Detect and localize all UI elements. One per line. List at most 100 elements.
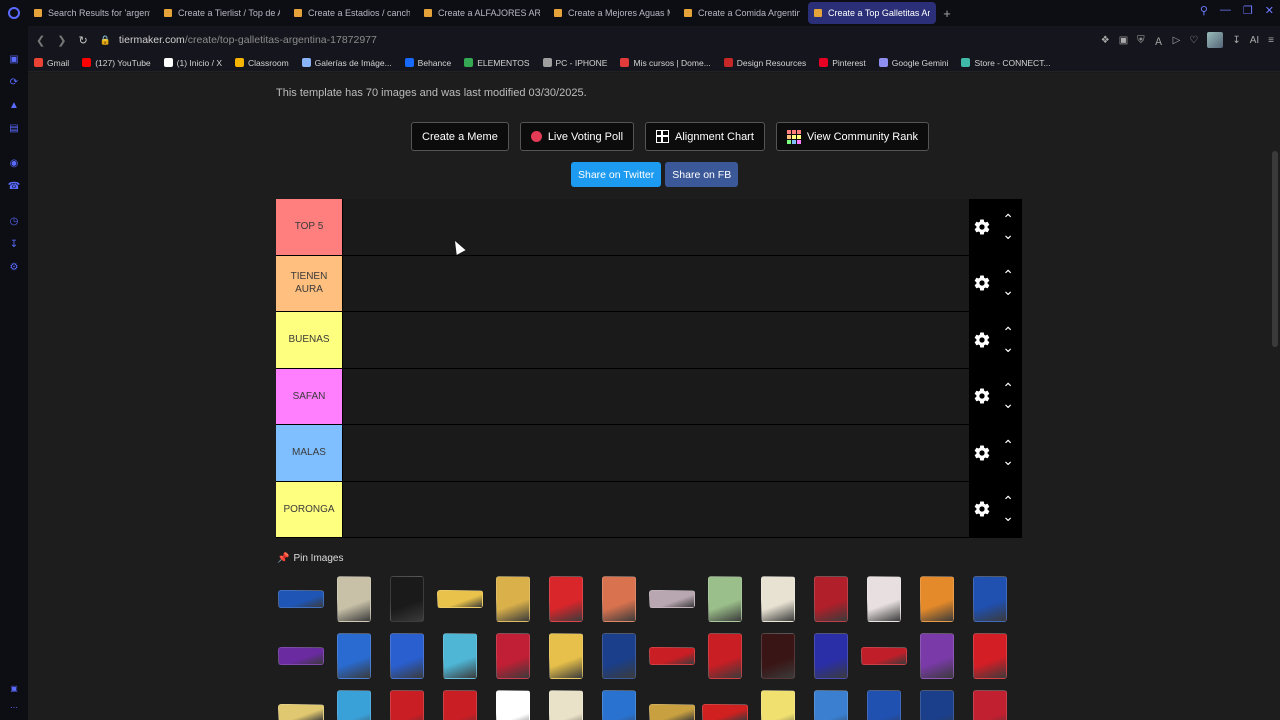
move-tier-up-icon[interactable]: ⌃ xyxy=(1002,268,1014,282)
tier-settings-gear-icon[interactable] xyxy=(973,218,991,236)
bookmark-item[interactable]: Design Resources xyxy=(723,58,806,68)
bookmark-item[interactable]: PC - IPHONE xyxy=(542,58,607,68)
browser-tab[interactable]: Create a ALFAJORES ARG xyxy=(418,2,546,24)
cookie-image-thumbnail[interactable] xyxy=(649,573,695,625)
cookie-image-thumbnail[interactable] xyxy=(649,687,695,720)
bookmark-item[interactable]: (127) YouTube xyxy=(82,58,151,68)
bookmark-item[interactable]: Google Gemini xyxy=(878,58,948,68)
bookmarks-icon[interactable]: ▤ xyxy=(9,117,18,140)
cookie-image-thumbnail[interactable] xyxy=(967,630,1013,682)
cookie-image-thumbnail[interactable] xyxy=(755,687,801,720)
tier-label[interactable]: TIENEN AURA xyxy=(276,255,343,311)
bookmark-item[interactable]: (1) Inicio / X xyxy=(163,58,222,68)
cookie-image-thumbnail[interactable] xyxy=(755,573,801,625)
tier-label[interactable]: MALAS xyxy=(276,425,343,481)
translate-icon[interactable]: Ａ xyxy=(1154,33,1164,48)
speed-dial-icon[interactable]: ▣ xyxy=(9,48,18,71)
reload-icon[interactable]: ↻ xyxy=(78,34,87,47)
bookmark-item[interactable]: Pinterest xyxy=(819,58,866,68)
bookmark-item[interactable]: Behance xyxy=(404,58,451,68)
minimize-icon[interactable]: — xyxy=(1220,4,1231,17)
live-voting-poll-button[interactable]: Live Voting Poll xyxy=(519,122,635,151)
back-icon[interactable]: ❮ xyxy=(36,34,45,47)
cookie-image-thumbnail[interactable] xyxy=(331,630,377,682)
url-field[interactable]: 🔒 tiermaker.com/create/top-galletitas-ar… xyxy=(100,34,377,46)
messenger-icon[interactable]: ◉ xyxy=(10,152,19,175)
tier-drop-zone[interactable] xyxy=(343,199,969,255)
bookmark-item[interactable]: ELEMENTOS xyxy=(464,58,530,68)
cookie-image-thumbnail[interactable] xyxy=(384,573,430,625)
browser-tab[interactable]: Create a Comida Argentin xyxy=(678,2,806,24)
lock-icon[interactable]: 🔒 xyxy=(100,35,111,46)
cookie-image-thumbnail[interactable] xyxy=(755,630,801,682)
tier-label[interactable]: SAFAN xyxy=(276,368,343,424)
cookie-image-thumbnail[interactable] xyxy=(861,630,907,682)
move-tier-down-icon[interactable]: ⌄ xyxy=(1002,509,1014,523)
bookmark-item[interactable]: Mis cursos | Dome... xyxy=(620,58,711,68)
workspace-icon[interactable]: ▲ xyxy=(9,94,19,117)
easy-setup-icon[interactable]: ≡ xyxy=(1268,35,1274,46)
aria-ai-button[interactable]: AI xyxy=(1250,35,1259,46)
tier-drop-zone[interactable] xyxy=(343,425,969,481)
cookie-image-thumbnail[interactable] xyxy=(808,630,854,682)
tier-label[interactable]: TOP 5 xyxy=(276,199,343,255)
forward-icon[interactable]: ❯ xyxy=(57,34,66,47)
cookie-image-thumbnail[interactable] xyxy=(543,573,589,625)
tier-drop-zone[interactable] xyxy=(343,481,969,537)
bookmark-item[interactable]: Galerías de Imáge... xyxy=(301,58,392,68)
page-scrollbar[interactable] xyxy=(1272,151,1278,347)
adblock-icon[interactable]: ⛨ xyxy=(1137,35,1145,46)
tier-settings-gear-icon[interactable] xyxy=(973,500,991,518)
cookie-image-thumbnail[interactable] xyxy=(914,687,960,720)
browser-tab[interactable]: Create a Mejores Aguas M xyxy=(548,2,676,24)
sidebar-extensions-icon[interactable]: ▣ xyxy=(10,684,18,693)
cookie-image-thumbnail[interactable] xyxy=(490,630,536,682)
cookie-image-thumbnail[interactable] xyxy=(702,630,748,682)
view-community-rank-button[interactable]: View Community Rank xyxy=(775,122,929,151)
cookie-image-thumbnail[interactable] xyxy=(278,573,324,625)
cookie-image-thumbnail[interactable] xyxy=(861,573,907,625)
settings-icon[interactable]: ⚙ xyxy=(10,256,19,279)
cookie-image-thumbnail[interactable] xyxy=(278,630,324,682)
pin-images-toggle[interactable]: 📌 Pin Images xyxy=(277,553,343,564)
move-tier-up-icon[interactable]: ⌃ xyxy=(1002,212,1014,226)
cookie-image-thumbnail[interactable] xyxy=(596,573,642,625)
history-icon[interactable]: ◷ xyxy=(10,210,19,233)
cookie-image-thumbnail[interactable] xyxy=(278,687,324,720)
cookie-image-thumbnail[interactable] xyxy=(914,573,960,625)
tier-label[interactable]: BUENAS xyxy=(276,312,343,368)
sidebar-more-icon[interactable]: ⋯ xyxy=(10,703,18,712)
tier-drop-zone[interactable] xyxy=(343,368,969,424)
player-icon[interactable]: ▷ xyxy=(1173,35,1181,46)
cookie-image-thumbnail[interactable] xyxy=(384,687,430,720)
cookie-image-thumbnail[interactable] xyxy=(861,687,907,720)
tier-drop-zone[interactable] xyxy=(343,312,969,368)
create-meme-button[interactable]: Create a Meme xyxy=(411,122,509,151)
bookmark-item[interactable]: Store - CONNECT... xyxy=(961,58,1051,68)
cookie-image-thumbnail[interactable] xyxy=(967,573,1013,625)
share-twitter-button[interactable]: Share on Twitter xyxy=(571,162,662,187)
browser-tab[interactable]: Create a Top Galletitas Ar xyxy=(808,2,936,24)
cookie-image-thumbnail[interactable] xyxy=(702,687,748,720)
cookie-image-thumbnail[interactable] xyxy=(702,573,748,625)
pin-page-icon[interactable]: ❖ xyxy=(1101,35,1110,46)
alignment-chart-button[interactable]: Alignment Chart xyxy=(645,122,765,151)
cookie-image-thumbnail[interactable] xyxy=(543,630,589,682)
cookie-image-thumbnail[interactable] xyxy=(543,687,589,720)
cookie-image-thumbnail[interactable] xyxy=(384,630,430,682)
cookie-image-thumbnail[interactable] xyxy=(437,687,483,720)
tier-settings-gear-icon[interactable] xyxy=(973,444,991,462)
browser-tab[interactable]: Create a Tierlist / Top de A xyxy=(158,2,286,24)
cookie-image-thumbnail[interactable] xyxy=(649,630,695,682)
move-tier-up-icon[interactable]: ⌃ xyxy=(1002,494,1014,508)
cookie-image-thumbnail[interactable] xyxy=(808,687,854,720)
browser-tab[interactable]: Search Results for 'argenti xyxy=(28,2,156,24)
tier-label[interactable]: PORONGA xyxy=(276,481,343,537)
move-tier-down-icon[interactable]: ⌄ xyxy=(1002,283,1014,297)
opera-menu-icon[interactable] xyxy=(0,0,28,26)
move-tier-up-icon[interactable]: ⌃ xyxy=(1002,325,1014,339)
tier-settings-gear-icon[interactable] xyxy=(973,387,991,405)
whatsapp-icon[interactable]: ☎ xyxy=(8,175,20,198)
tier-settings-gear-icon[interactable] xyxy=(973,331,991,349)
bookmark-item[interactable]: Gmail xyxy=(34,58,69,68)
